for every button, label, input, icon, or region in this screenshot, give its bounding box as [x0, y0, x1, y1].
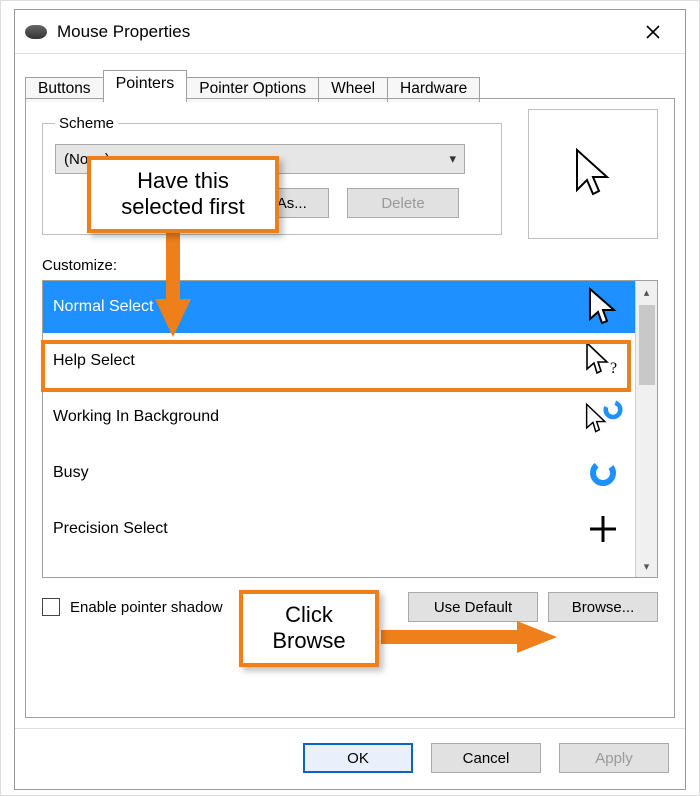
- list-item-precision-select[interactable]: Precision Select: [43, 501, 635, 557]
- cursor-preview: [528, 109, 658, 239]
- title-bar: Mouse Properties: [15, 10, 685, 54]
- annotation-arrow-1: [151, 233, 211, 343]
- mouse-properties-dialog: Mouse Properties Buttons Pointers Pointe…: [14, 9, 686, 790]
- list-item-normal-select[interactable]: Normal Select: [43, 281, 635, 333]
- cursor-listbox[interactable]: Normal Select Help Select ?: [42, 280, 658, 578]
- list-item-busy[interactable]: Busy: [43, 445, 635, 501]
- close-button[interactable]: [631, 12, 675, 52]
- customize-label: Customize:: [42, 257, 658, 274]
- browse-button[interactable]: Browse...: [548, 592, 658, 622]
- arrow-help-icon: ?: [583, 341, 623, 381]
- annotation-callout-1: Have this selected first: [87, 156, 279, 233]
- scroll-up-icon[interactable]: ▴: [636, 281, 657, 303]
- cancel-button[interactable]: Cancel: [431, 743, 541, 773]
- annotation-callout-2: Click Browse: [239, 590, 379, 667]
- scrollbar[interactable]: ▴ ▾: [635, 281, 657, 577]
- tab-pointers[interactable]: Pointers: [103, 70, 188, 99]
- enable-shadow-label: Enable pointer shadow: [70, 599, 223, 616]
- window-title: Mouse Properties: [57, 22, 631, 42]
- apply-button: Apply: [559, 743, 669, 773]
- dialog-button-row: OK Cancel Apply: [15, 728, 685, 789]
- spin-icon: [583, 458, 623, 488]
- arrow-icon: [583, 287, 623, 327]
- arrow-spin-icon: [583, 397, 623, 437]
- scroll-thumb[interactable]: [639, 305, 655, 385]
- enable-shadow-checkbox[interactable]: [42, 598, 60, 616]
- annotation-arrow-2: [381, 617, 561, 657]
- ok-button[interactable]: OK: [303, 743, 413, 773]
- mouse-icon: [25, 25, 47, 39]
- scheme-legend: Scheme: [55, 115, 118, 132]
- delete-button: Delete: [347, 188, 459, 218]
- cross-icon: [583, 514, 623, 544]
- svg-text:?: ?: [610, 360, 617, 377]
- chevron-down-icon: ▾: [449, 151, 456, 167]
- list-item-working-background[interactable]: Working In Background: [43, 389, 635, 445]
- scroll-down-icon[interactable]: ▾: [636, 555, 657, 577]
- tab-strip: Buttons Pointers Pointer Options Wheel H…: [15, 54, 685, 98]
- list-item-help-select[interactable]: Help Select ?: [43, 333, 635, 389]
